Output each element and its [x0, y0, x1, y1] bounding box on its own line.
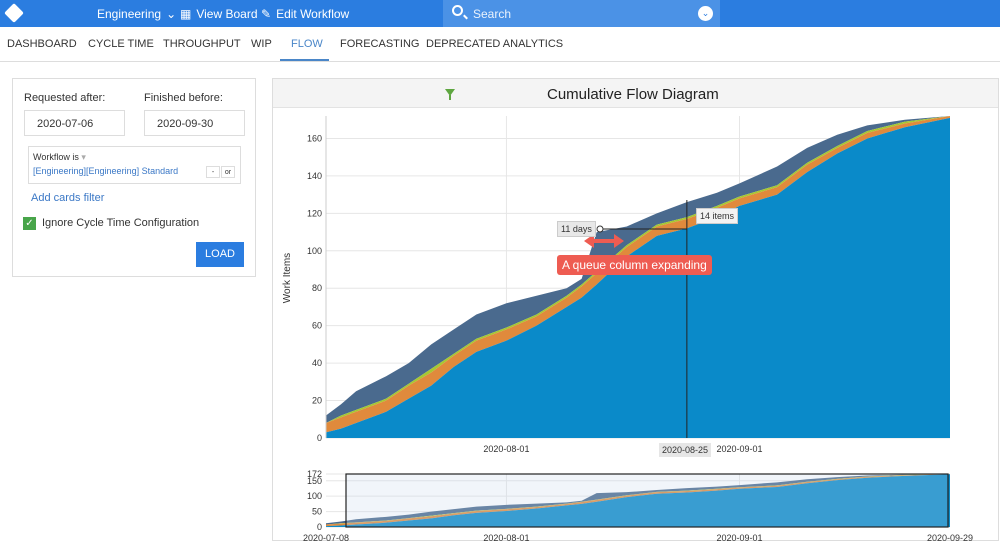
x-tick-label: 2020-09-01	[716, 533, 762, 541]
x-tick-label: 2020-09-01	[716, 444, 762, 454]
y-tick-label: 0	[317, 522, 322, 532]
items-label: 14 items	[696, 208, 739, 224]
y-tick-label: 100	[307, 246, 322, 256]
x-tick-label: 2020-08-01	[483, 533, 529, 541]
y-tick-label: 0	[317, 433, 322, 443]
callout-annotation: A queue column expanding	[557, 255, 712, 275]
crosshair-date-label: 2020-08-25	[659, 443, 712, 457]
y-axis-label: Work Items	[282, 253, 293, 303]
y-tick-label: 100	[307, 491, 322, 501]
y-tick-label: 172	[307, 469, 322, 479]
x-tick-label: 2020-08-01	[483, 444, 529, 454]
y-tick-label: 120	[307, 208, 322, 218]
y-tick-label: 50	[312, 507, 322, 517]
y-tick-label: 40	[312, 358, 322, 368]
y-tick-label: 80	[312, 283, 322, 293]
navigator-selection[interactable]	[345, 473, 949, 528]
y-tick-label: 160	[307, 133, 322, 143]
y-tick-label: 60	[312, 321, 322, 331]
y-tick-label: 20	[312, 396, 322, 406]
x-tick-label: 2020-07-08	[303, 533, 349, 541]
days-label: 11 days	[557, 221, 596, 237]
cumulative-flow-chart[interactable]: 0 20 40 60 80 100 120 140 160 2020-08-01 2020-09-0…	[0, 0, 1000, 541]
queue-marker	[596, 225, 604, 233]
y-tick-label: 140	[307, 171, 322, 181]
x-tick-label: 2020-09-29	[927, 533, 973, 541]
